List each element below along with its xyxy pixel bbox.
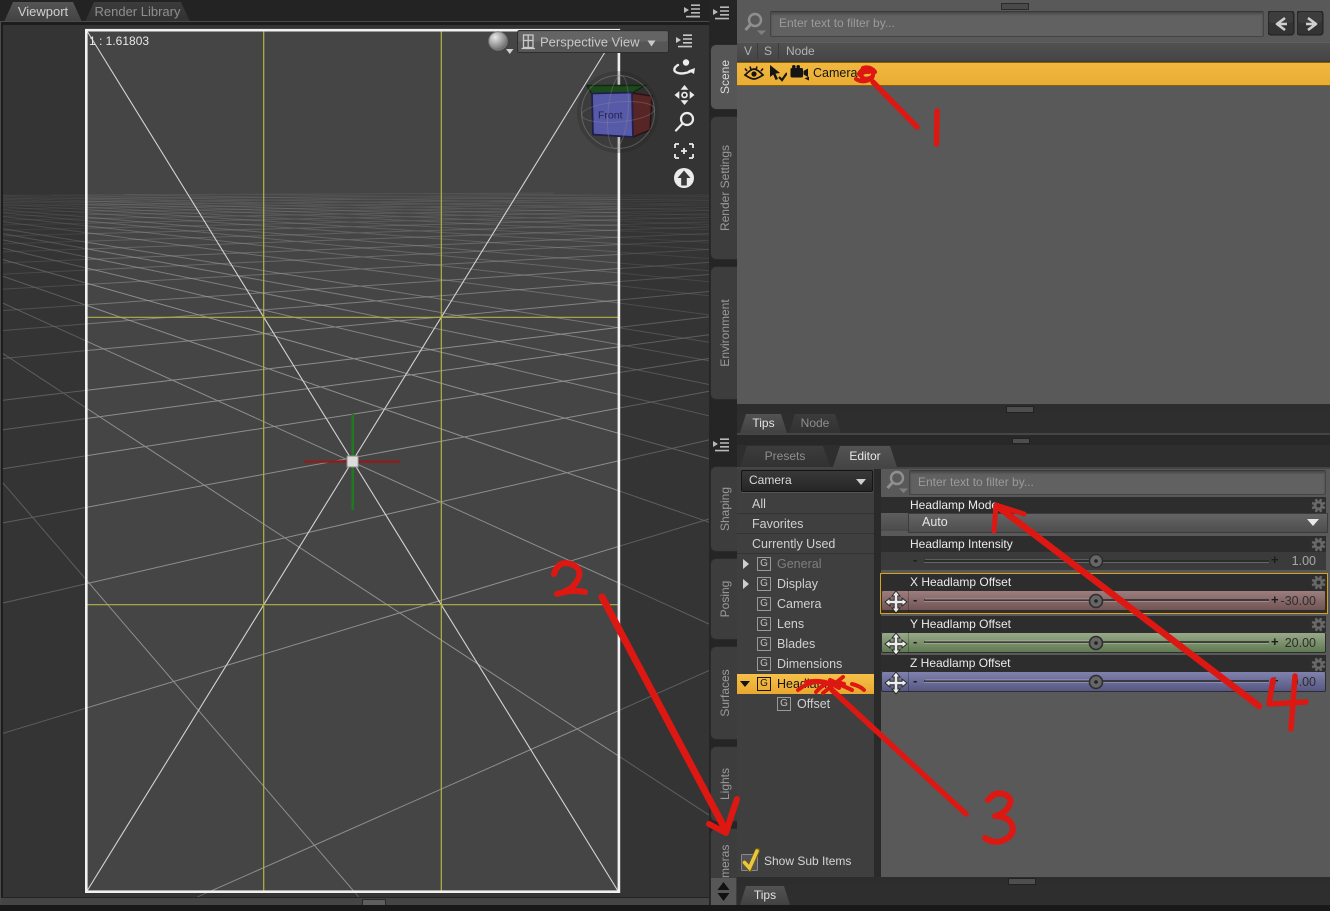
svg-text:Front: Front: [598, 110, 623, 122]
svg-text:Perspective View: Perspective View: [540, 35, 640, 50]
svg-text:1 : 1.61803: 1 : 1.61803: [89, 34, 149, 48]
